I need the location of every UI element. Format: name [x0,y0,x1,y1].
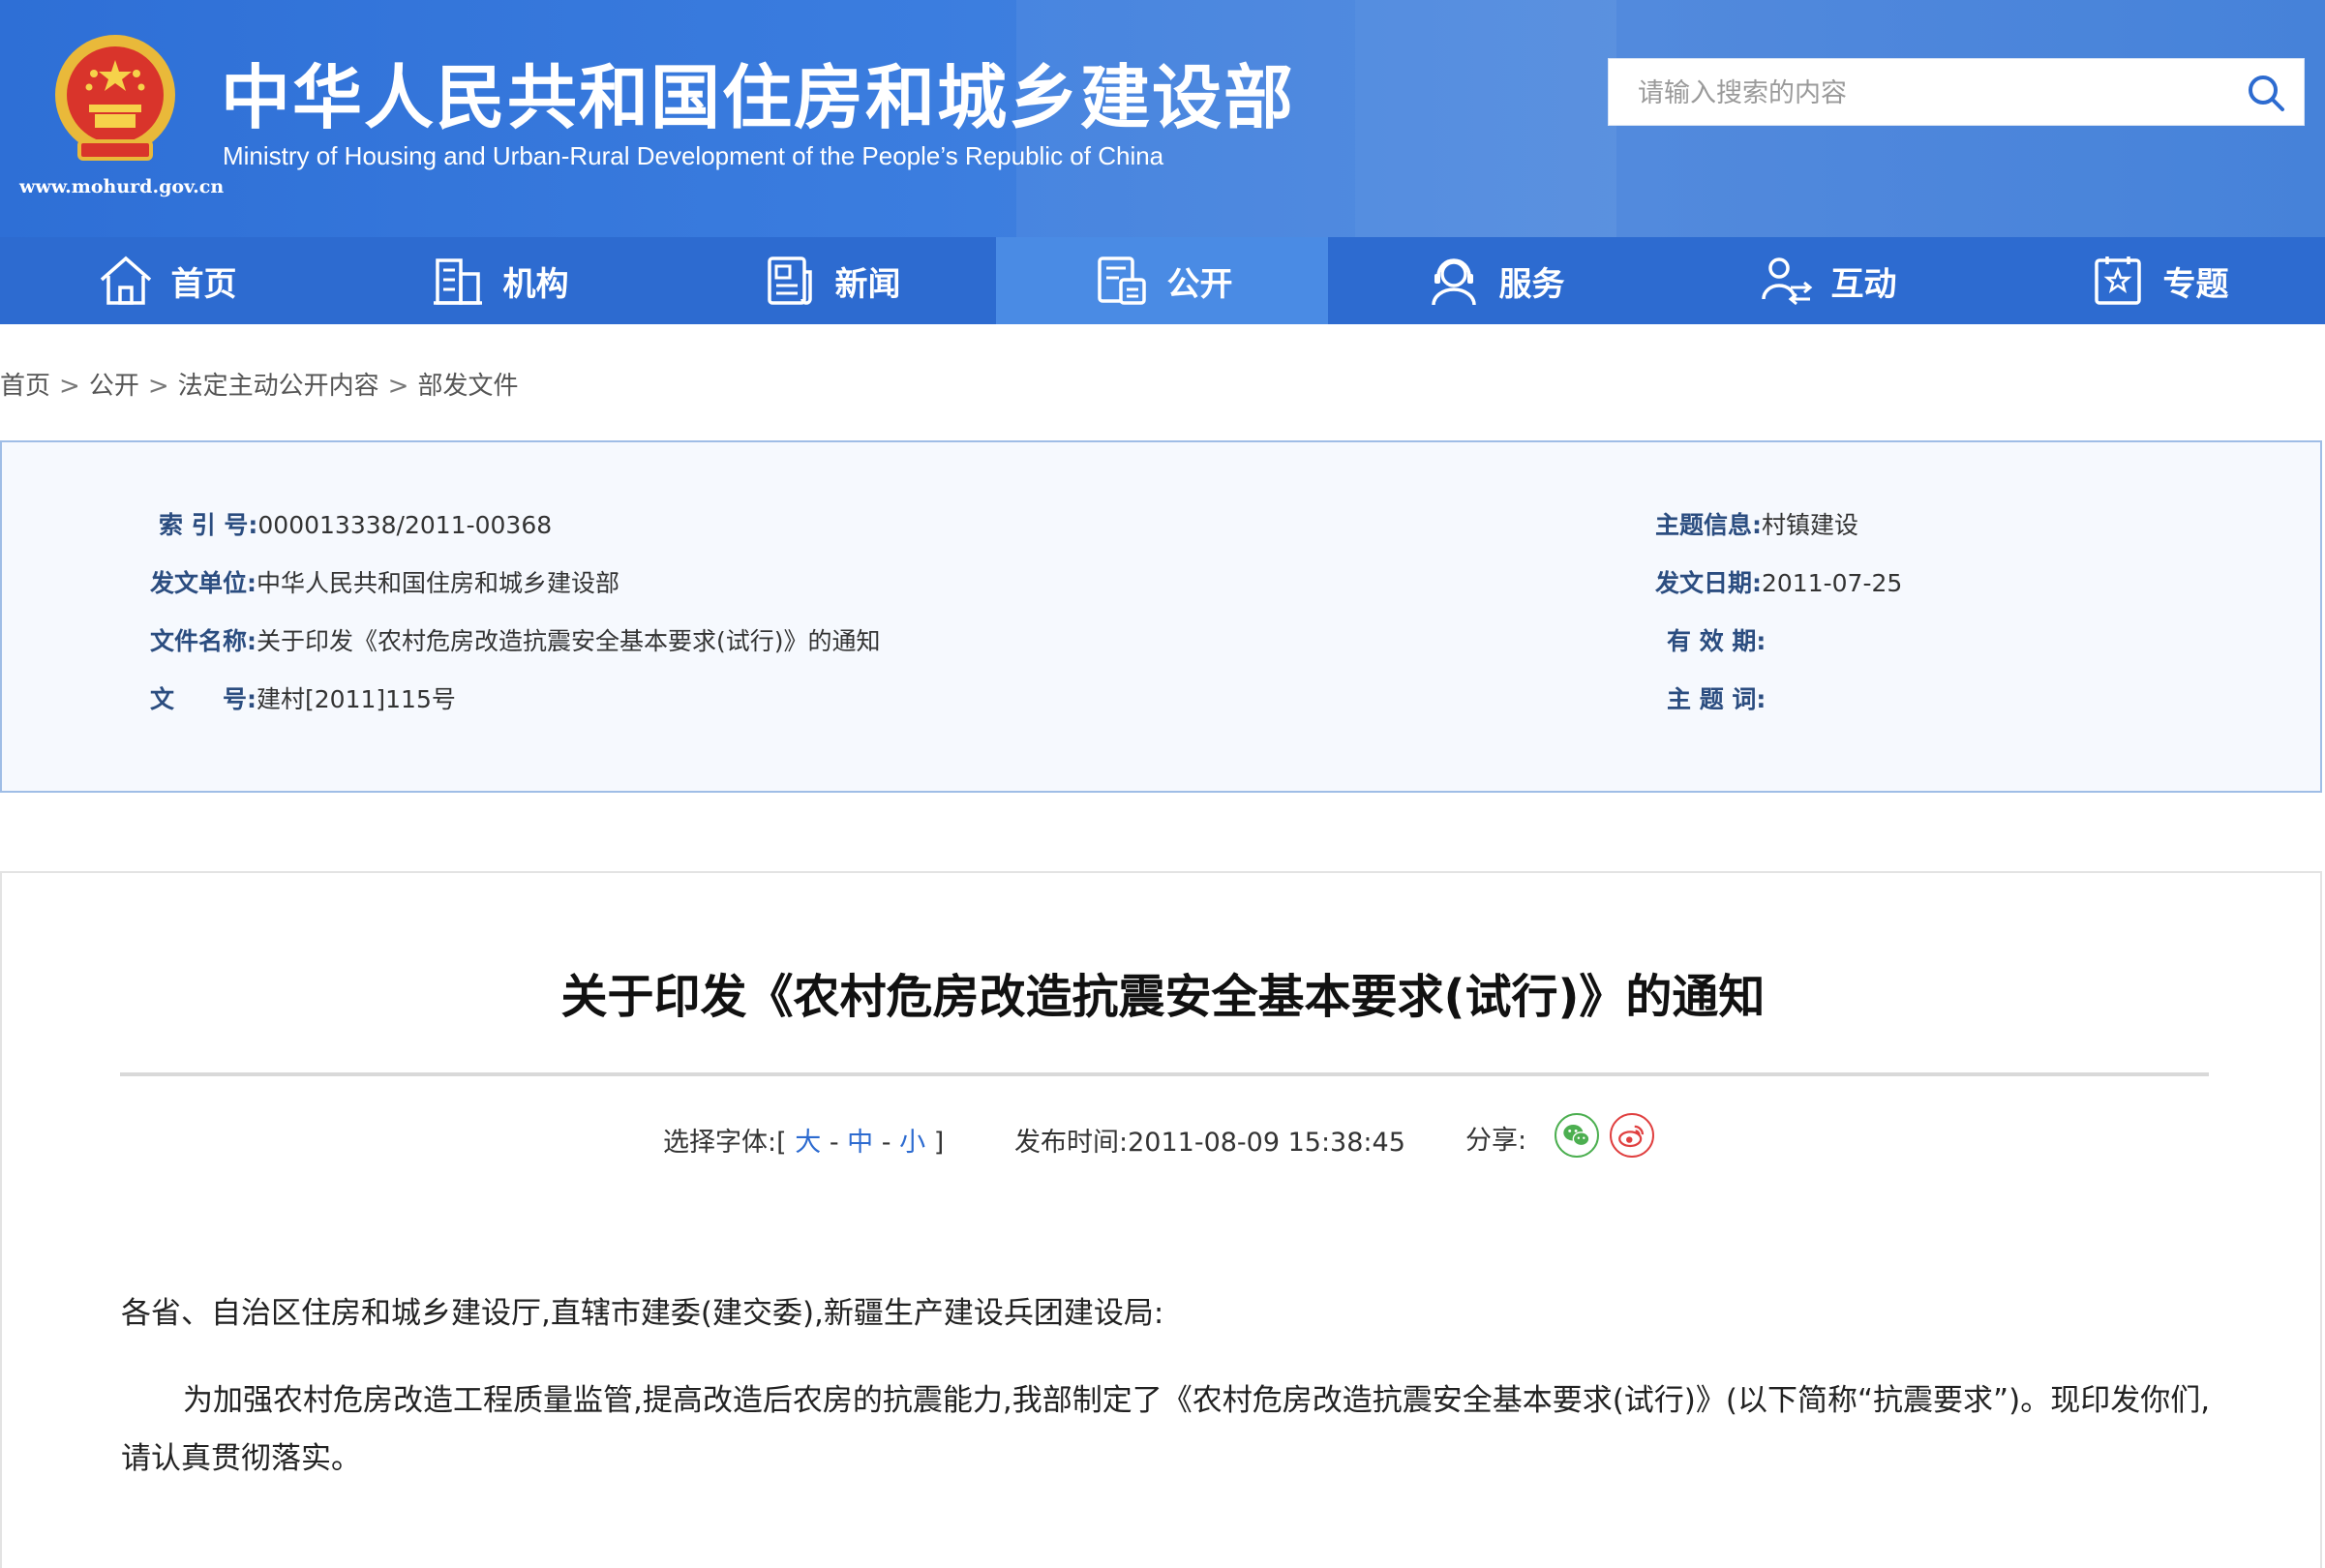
interaction-icon [1761,257,1812,306]
font-size-separator: - [881,1128,891,1158]
info-label: 文 号: [150,685,257,713]
breadcrumb: 首页 > 公开 > 法定主动公开内容 > 部发文件 [0,366,518,402]
building-icon [433,258,482,305]
share-bar: 分享: [1465,1119,1526,1157]
font-size-separator: - [829,1128,839,1158]
info-value: 村镇建设 [1762,511,1859,539]
document-icon [1097,256,1146,305]
wechat-icon[interactable] [1555,1113,1599,1158]
article-meta: 选择字体:[ 大 - 中 - 小 ] 发布时间:2011-08-09 15:38… [2,1113,2324,1161]
info-label: 索 引 号: [159,511,258,539]
share-label: 分享: [1465,1126,1527,1156]
article-title: 关于印发《农村危房改造抗震安全基本要求(试行)》的通知 [560,970,1766,1024]
info-file-name: 文件名称:关于印发《农村危房改造抗震安全基本要求(试行)》的通知 [150,622,881,657]
font-size-label: 选择字体:[ [663,1128,787,1158]
breadcrumb-home[interactable]: 首页 [0,372,50,401]
nav-item-public[interactable]: 公开 [996,237,1328,324]
publish-time: 发布时间:2011-08-09 15:38:45 [1014,1121,1405,1159]
font-size-large-link[interactable]: 大 [795,1128,821,1158]
publish-time-value: 2011-08-09 15:38:45 [1128,1128,1405,1158]
info-issue-date: 发文日期:2011-07-25 [1655,564,1902,599]
search-icon[interactable] [2246,73,2286,113]
site-subtitle: Ministry of Housing and Urban-Rural Deve… [223,141,1164,170]
info-label: 主题信息: [1655,511,1762,539]
national-emblem-icon [55,35,175,161]
info-doc-no: 文 号:建村[2011]115号 [150,680,456,715]
publish-time-label: 发布时间: [1014,1128,1129,1158]
font-size-selector: 选择字体:[ 大 - 中 - 小 ] [663,1121,944,1159]
article-paragraph: 各省、自治区住房和城乡建设厅,直辖市建委(建交委),新疆生产建设兵团建设局: [121,1296,1164,1331]
breadcrumb-separator: > [59,372,80,401]
newspaper-icon [767,256,812,305]
nav-label: 互动 [1830,264,1897,304]
search-box [1608,58,2305,127]
title-divider [120,1072,2209,1076]
document-info-box: 索 引 号:000013338/2011-00368 发文单位:中华人民共和国住… [0,440,2322,793]
nav-item-organization[interactable]: 机构 [332,237,664,324]
info-value: 2011-07-25 [1762,569,1903,597]
star-icon [2094,256,2141,305]
nav-label: 公开 [1166,264,1233,304]
site-title: 中华人民共和国住房和城乡建设部 [221,57,1296,138]
info-value: 建村[2011]115号 [257,685,456,713]
article-panel: 关于印发《农村危房改造抗震安全基本要求(试行)》的通知 选择字体:[ 大 - 中… [0,871,2322,1568]
info-topic: 主题信息:村镇建设 [1655,506,1858,541]
breadcrumb-separator: > [147,372,169,401]
nav-label: 首页 [170,264,237,304]
home-icon [100,256,151,305]
nav-label: 机构 [502,264,569,304]
info-keywords: 主 题 词: [1667,680,1766,715]
article-body: 各省、自治区住房和城乡建设厅,直辖市建委(建交委),新疆生产建设兵团建设局: 为… [121,1284,2212,1517]
search-input[interactable] [1636,59,2220,127]
info-value: 中华人民共和国住房和城乡建设部 [257,569,620,597]
nav-label: 服务 [1498,264,1565,304]
info-label: 有 效 期: [1667,627,1766,655]
customer-service-icon [1431,258,1476,306]
nav-item-special-topics[interactable]: 专题 [1992,237,2324,324]
site-header: www.mohurd.gov.cn 中华人民共和国住房和城乡建设部 Minist… [0,0,2325,237]
breadcrumb-ministry-documents[interactable]: 部发文件 [417,372,518,401]
info-label: 文件名称: [150,627,257,655]
info-value: 000013338/2011-00368 [257,511,553,539]
info-value: 关于印发《农村危房改造抗震安全基本要求(试行)》的通知 [257,627,881,655]
info-label: 发文单位: [150,569,257,597]
nav-item-home[interactable]: 首页 [0,237,332,324]
site-url: www.mohurd.gov.cn [19,176,225,197]
nav-item-news[interactable]: 新闻 [664,237,996,324]
weibo-icon[interactable] [1610,1113,1654,1158]
breadcrumb-statutory-content[interactable]: 法定主动公开内容 [178,372,379,401]
nav-item-service[interactable]: 服务 [1328,237,1660,324]
info-validity: 有 效 期: [1667,622,1766,657]
info-label: 主 题 词: [1667,685,1766,713]
nav-label: 专题 [2162,264,2229,304]
font-size-close-bracket: ] [933,1128,945,1158]
font-size-medium-link[interactable]: 中 [847,1128,873,1158]
article-paragraph: 为加强农村危房改造工程质量监管,提高改造后农房的抗震能力,我部制定了《农村危房改… [121,1383,2211,1476]
breadcrumb-separator: > [387,372,409,401]
nav-item-interaction[interactable]: 互动 [1660,237,1992,324]
nav-label: 新闻 [834,264,901,304]
info-label: 发文日期: [1655,569,1762,597]
info-index-no: 索 引 号:000013338/2011-00368 [159,506,552,541]
main-nav: 首页 机构 新闻 公开 服务 互动 专题 [0,237,2325,324]
font-size-small-link[interactable]: 小 [899,1128,925,1158]
info-issuer: 发文单位:中华人民共和国住房和城乡建设部 [150,564,619,599]
breadcrumb-public[interactable]: 公开 [89,372,139,401]
